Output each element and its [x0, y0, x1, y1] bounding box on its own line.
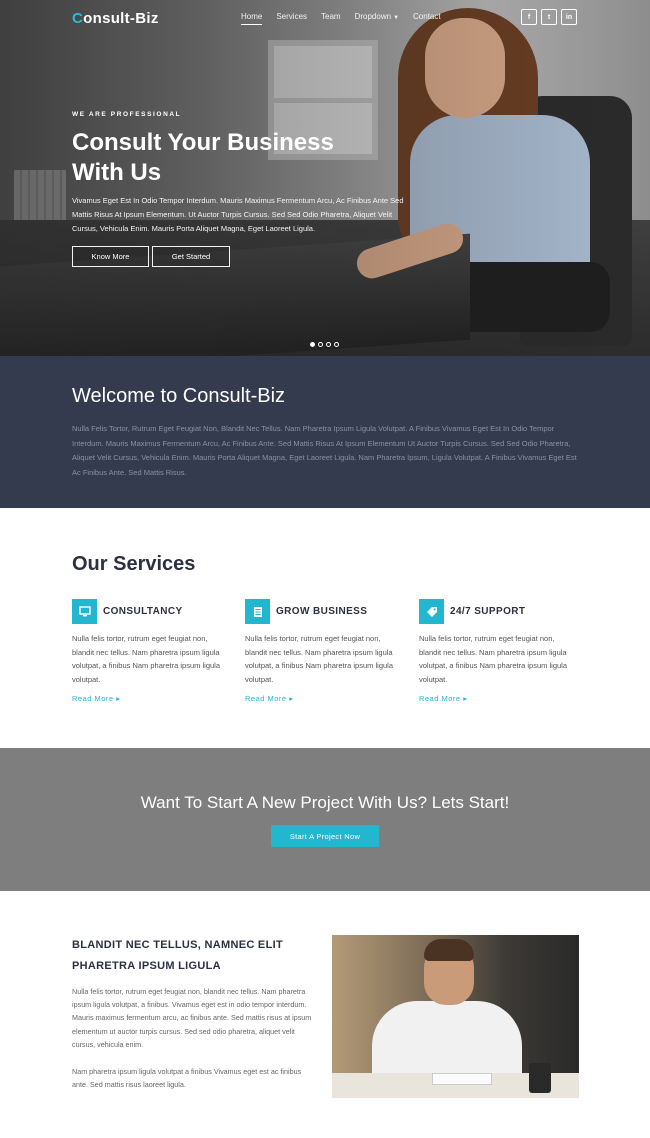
- service-name: GROW BUSINESS: [276, 606, 368, 617]
- get-started-button[interactable]: Get Started: [152, 246, 230, 267]
- about-photo-cup: [529, 1063, 551, 1093]
- welcome-section: Welcome to Consult-Biz Nulla Felis Torto…: [0, 356, 650, 508]
- welcome-text: Nulla Felis Tortor, Rutrum Eget Feugiat …: [72, 424, 577, 477]
- service-name: 24/7 SUPPORT: [450, 606, 526, 617]
- read-more-link[interactable]: Read More ▸: [72, 694, 120, 703]
- chevron-down-icon: ▼: [393, 15, 400, 21]
- caret-right-icon: ▸: [463, 694, 468, 703]
- about-paragraph: Nulla felis tortor, rutrum eget feugiat …: [72, 987, 312, 1049]
- service-desc: Nulla felis tortor, rutrum eget feugiat …: [419, 634, 567, 684]
- about-photo-notebook: [432, 1073, 492, 1085]
- nav-home[interactable]: Home: [241, 12, 263, 25]
- cta-title: Want To Start A New Project With Us? Let…: [140, 793, 510, 812]
- hero-tagline: WE ARE PROFESSIONAL: [72, 111, 182, 118]
- linkedin-icon[interactable]: in: [561, 9, 577, 25]
- twitter-icon[interactable]: t: [541, 9, 557, 25]
- document-icon: [245, 599, 270, 624]
- read-more-label: Read More: [72, 694, 114, 703]
- caret-right-icon: ▸: [289, 694, 294, 703]
- slider-dot[interactable]: [326, 342, 331, 347]
- read-more-link[interactable]: Read More ▸: [245, 694, 293, 703]
- monitor-icon: [72, 599, 97, 624]
- nav-contact[interactable]: Contact: [413, 12, 441, 25]
- read-more-label: Read More: [245, 694, 287, 703]
- slider-dot[interactable]: [318, 342, 323, 347]
- logo-text: onsult-Biz: [83, 10, 159, 27]
- slider-dots: [310, 342, 339, 347]
- about-man-photo: [332, 935, 579, 1098]
- about-title: BLANDIT NEC TELLUS, NAMNEC ELIT PHARETRA…: [72, 939, 283, 972]
- read-more-link[interactable]: Read More ▸: [419, 694, 467, 703]
- tag-icon: [419, 599, 444, 624]
- nav-services[interactable]: Services: [276, 12, 307, 25]
- hero-text: Vivamus Eget Est In Odio Tempor Interdum…: [72, 196, 404, 233]
- caret-right-icon: ▸: [116, 694, 121, 703]
- hero-title: Consult Your Business With Us: [72, 129, 334, 186]
- welcome-title: Welcome to Consult-Biz: [72, 385, 286, 407]
- services-title: Our Services: [72, 553, 196, 575]
- social-links: f t in: [521, 9, 577, 25]
- slider-dot[interactable]: [310, 342, 315, 347]
- site-logo[interactable]: Consult-Biz: [72, 10, 159, 27]
- know-more-button[interactable]: Know More: [72, 246, 149, 267]
- nav-team[interactable]: Team: [321, 12, 341, 25]
- slider-dot[interactable]: [334, 342, 339, 347]
- logo-initial: C: [72, 10, 84, 27]
- read-more-label: Read More: [419, 694, 461, 703]
- main-nav: Home Services Team Dropdown ▼ Contact: [241, 12, 455, 25]
- facebook-icon[interactable]: f: [521, 9, 537, 25]
- service-name: CONSULTANCY: [103, 606, 183, 617]
- cta-section: Want To Start A New Project With Us? Let…: [0, 748, 650, 891]
- about-photo-hair: [424, 939, 474, 961]
- about-paragraph: Nam pharetra ipsum ligula volutpat a fin…: [72, 1067, 302, 1090]
- service-desc: Nulla felis tortor, rutrum eget feugiat …: [72, 634, 220, 684]
- service-desc: Nulla felis tortor, rutrum eget feugiat …: [245, 634, 393, 684]
- nav-dropdown-label: Dropdown: [354, 12, 392, 21]
- start-project-button[interactable]: Start A Project Now: [271, 825, 379, 847]
- nav-dropdown[interactable]: Dropdown ▼: [355, 12, 399, 25]
